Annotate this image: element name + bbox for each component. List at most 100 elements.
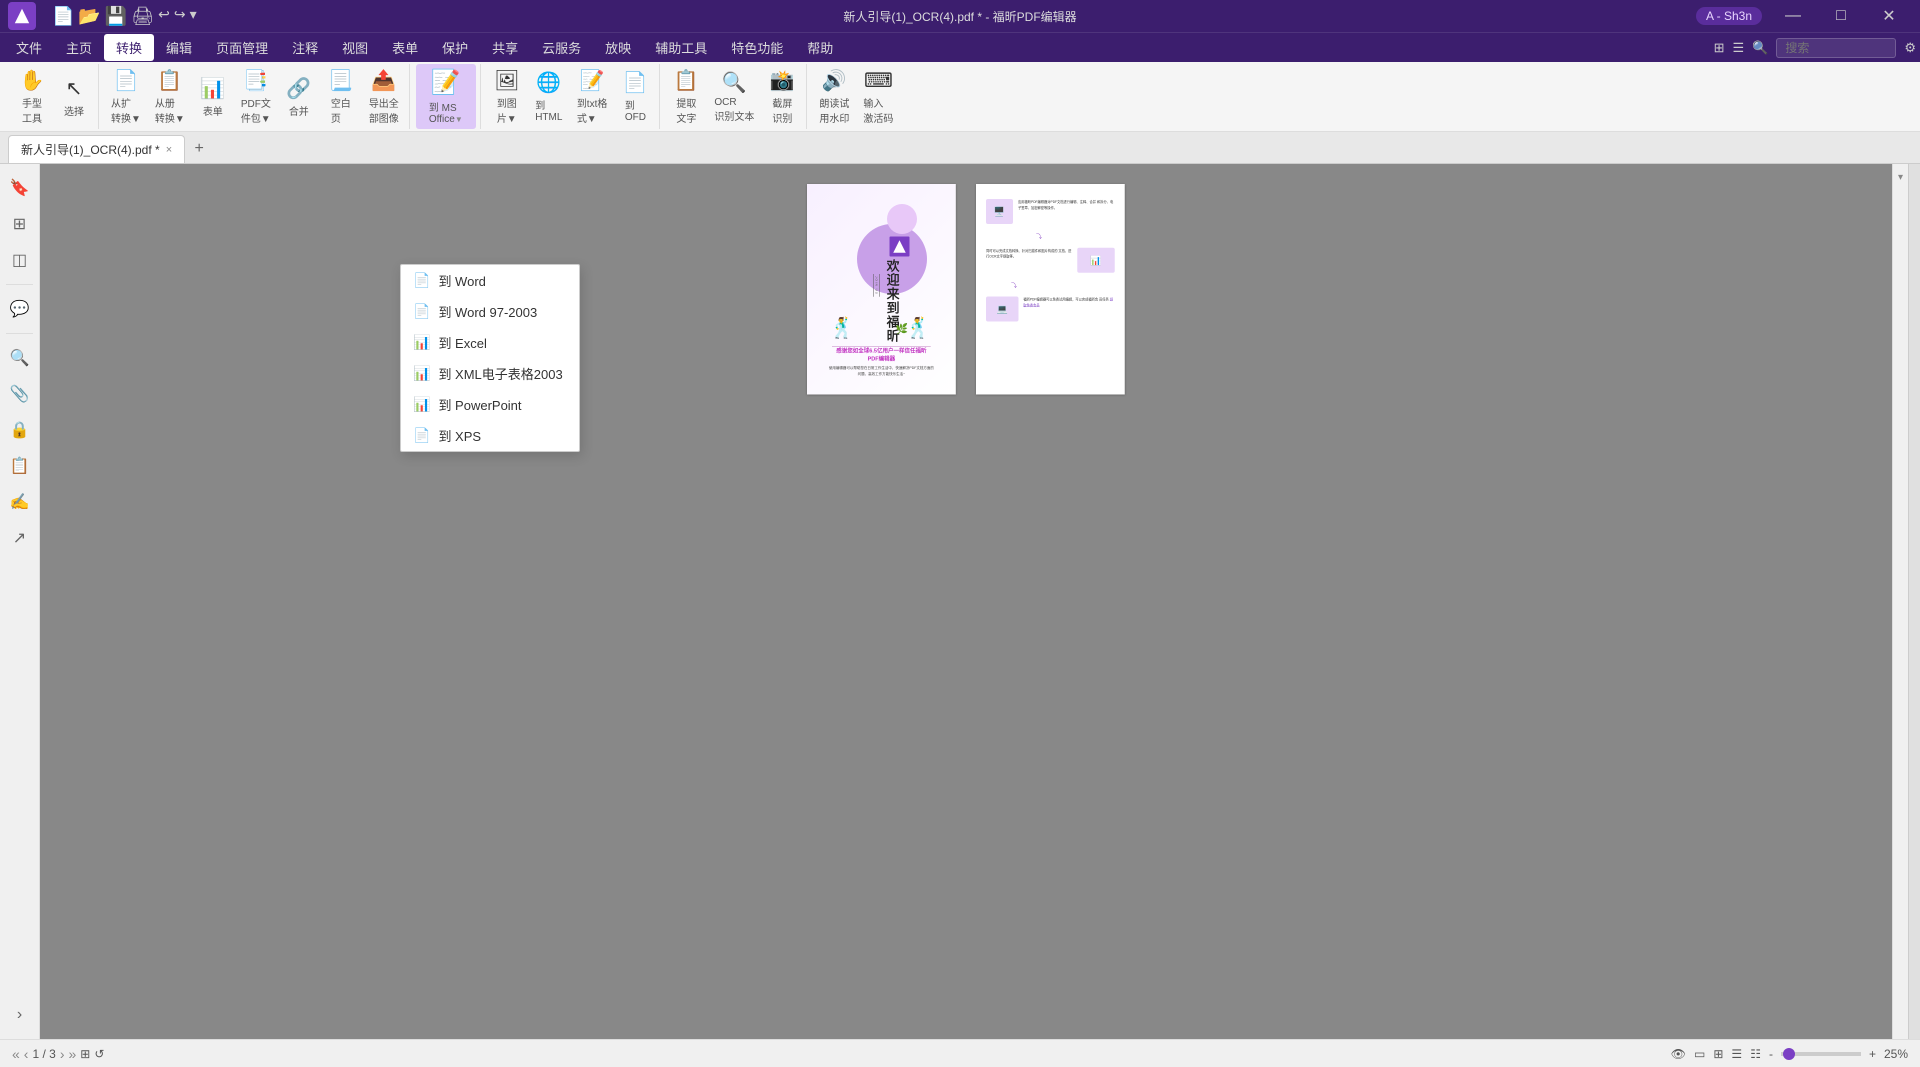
vertical-scrollbar[interactable] xyxy=(1908,164,1920,1039)
menu-cloud[interactable]: 云服务 xyxy=(530,34,593,61)
to-txt-label: 到txt格式▼ xyxy=(577,95,608,125)
sidebar-layers[interactable]: ◫ xyxy=(4,244,36,276)
page1-join-text: JOIN US xyxy=(873,274,880,297)
quick-access-redo[interactable]: ↪ xyxy=(174,6,186,27)
quick-access-more[interactable]: ▾ xyxy=(190,6,197,27)
table-label: 表单 xyxy=(203,103,223,118)
export-all-icon: 📤 xyxy=(371,68,396,93)
sidebar-form[interactable]: 📋 xyxy=(4,450,36,482)
dropdown-to-xml-excel[interactable]: 📊 到 XML电子表格2003 xyxy=(401,358,579,389)
sidebar-bookmark[interactable]: 🔖 xyxy=(4,172,36,204)
nav-next-button[interactable]: › xyxy=(60,1046,65,1062)
menu-home[interactable]: 主页 xyxy=(54,34,104,61)
page2-arrow-2: ⤵ xyxy=(1011,280,1115,289)
page1-tagline: 感谢您如全球6.5亿用户一样信任福昕PDF编辑器 xyxy=(832,346,931,362)
dropdown-to-powerpoint[interactable]: 📊 到 PowerPoint xyxy=(401,389,579,420)
sidebar-search[interactable]: 🔍 xyxy=(4,342,36,374)
pdf-files-icon: 📑 xyxy=(243,68,268,93)
menu-share[interactable]: 共享 xyxy=(480,34,530,61)
minimize-button[interactable]: — xyxy=(1770,0,1816,32)
menu-convert[interactable]: 转换 xyxy=(104,34,154,61)
sidebar-expand[interactable]: › xyxy=(4,999,36,1031)
menu-slideshow[interactable]: 放映 xyxy=(593,34,643,61)
quick-access-new[interactable]: 📄 xyxy=(52,6,74,27)
to-html-label: 到HTML xyxy=(535,97,562,123)
view-mode-2[interactable]: ⊞ xyxy=(1713,1047,1723,1061)
nav-prev-button[interactable]: ‹ xyxy=(24,1046,29,1062)
from-convert-icon: 📄 xyxy=(114,68,139,93)
view-mode-4[interactable]: ☷ xyxy=(1750,1047,1761,1061)
to-ofd-button[interactable]: 📄 到OFD xyxy=(615,66,655,127)
dropdown-to-xps[interactable]: 📄 到 XPS xyxy=(401,420,579,451)
menu-page-manage[interactable]: 页面管理 xyxy=(204,34,280,61)
activate-button[interactable]: ⌨ 输入激活码 xyxy=(857,64,899,129)
sidebar-attachment[interactable]: 📎 xyxy=(4,378,36,410)
table-button[interactable]: 📊 表单 xyxy=(193,72,233,122)
restore-button[interactable]: □ xyxy=(1818,0,1864,32)
to-image-button[interactable]: 🖼 到图片▼ xyxy=(487,64,527,129)
toolbar-group-proofread: 🔊 朗读试用水印 ⌨ 输入激活码 xyxy=(809,64,903,129)
quick-access-save[interactable]: 💾 xyxy=(105,6,127,27)
layout-icon-1[interactable]: ⊞ xyxy=(1714,40,1725,56)
export-all-button[interactable]: 📤 导出全部图像 xyxy=(363,64,405,129)
screenshot-recognize-button[interactable]: 📸 截屏识别 xyxy=(762,64,802,129)
hand-tool-button[interactable]: ✋ 手型工具 xyxy=(12,64,52,129)
combine-button[interactable]: 🔗 合并 xyxy=(279,72,319,122)
quick-access-open[interactable]: 📂 xyxy=(78,6,100,27)
zoom-out-button[interactable]: - xyxy=(1769,1047,1773,1061)
menu-file[interactable]: 文件 xyxy=(4,34,54,61)
menu-edit[interactable]: 编辑 xyxy=(154,34,204,61)
close-button[interactable]: ✕ xyxy=(1866,0,1912,32)
nav-extract-pages[interactable]: ⊞ xyxy=(80,1047,90,1061)
blank-page-button[interactable]: 📃 空白页 xyxy=(321,64,361,129)
account-badge[interactable]: A - Sh3n xyxy=(1696,7,1762,25)
search-icon[interactable]: 🔍 xyxy=(1752,40,1768,56)
tab-close-button[interactable]: × xyxy=(166,144,172,156)
nav-first-button[interactable]: « xyxy=(12,1046,20,1062)
menu-view[interactable]: 视图 xyxy=(330,34,380,61)
sidebar-signature[interactable]: ✍ xyxy=(4,486,36,518)
sidebar-security[interactable]: 🔒 xyxy=(4,414,36,446)
view-mode-1[interactable]: ▭ xyxy=(1694,1047,1705,1061)
to-ms-office-button[interactable]: 📝 到 MSOffice▼ xyxy=(416,64,476,129)
to-txt-button[interactable]: 📝 到txt格式▼ xyxy=(571,64,614,129)
tab-add-button[interactable]: + xyxy=(185,135,213,163)
dropdown-to-word[interactable]: 📄 到 Word xyxy=(401,265,579,296)
toolbar-group-other-convert: 🖼 到图片▼ 🌐 到HTML 📝 到txt格式▼ 📄 到OFD xyxy=(483,64,661,129)
menu-help[interactable]: 帮助 xyxy=(795,34,845,61)
select-tool-button[interactable]: ↖ 选择 xyxy=(54,72,94,122)
to-html-button[interactable]: 🌐 到HTML xyxy=(529,66,569,127)
from-copy-button[interactable]: 📋 从册转换▼ xyxy=(149,64,191,129)
quick-access-undo[interactable]: ↩ xyxy=(158,6,170,27)
menu-tools[interactable]: 辅助工具 xyxy=(643,34,719,61)
menu-features[interactable]: 特色功能 xyxy=(719,34,795,61)
zoom-in-button[interactable]: + xyxy=(1869,1047,1876,1061)
from-convert-button[interactable]: 📄 从扩转换▼ xyxy=(105,64,147,129)
proofread-button[interactable]: 🔊 朗读试用水印 xyxy=(813,64,855,129)
sidebar-share[interactable]: ↗ xyxy=(4,522,36,554)
active-tab[interactable]: 新人引导(1)_OCR(4).pdf * × xyxy=(8,135,185,163)
dropdown-to-excel[interactable]: 📊 到 Excel xyxy=(401,327,579,358)
dropdown-to-word-97[interactable]: 📄 到 Word 97-2003 xyxy=(401,296,579,327)
nav-rotate[interactable]: ↺ xyxy=(94,1047,104,1061)
quick-access-print[interactable]: 🖨 xyxy=(131,6,154,27)
left-sidebar: 🔖 ⊞ ◫ 💬 🔍 📎 🔒 📋 ✍ ↗ › xyxy=(0,164,40,1039)
right-panel-icon[interactable]: ▾ xyxy=(1894,168,1907,187)
nav-last-button[interactable]: » xyxy=(69,1046,77,1062)
sidebar-comments[interactable]: 💬 xyxy=(4,293,36,325)
table-icon: 📊 xyxy=(200,76,225,101)
ocr-recognize-button[interactable]: 🔍 OCR识别文本 xyxy=(708,66,760,127)
view-mode-3[interactable]: ☰ xyxy=(1731,1047,1742,1061)
combine-label: 合并 xyxy=(289,103,309,118)
panel-toggle[interactable]: ⚙ xyxy=(1904,40,1916,56)
pdf-files-button[interactable]: 📑 PDF文件包▼ xyxy=(235,64,277,129)
document-area[interactable]: 📄 到 Word 📄 到 Word 97-2003 📊 到 Excel 📊 到 … xyxy=(40,164,1892,1039)
menu-form[interactable]: 表单 xyxy=(380,34,430,61)
menu-protect[interactable]: 保护 xyxy=(430,34,480,61)
extract-text-button[interactable]: 📋 提取文字 xyxy=(666,64,706,129)
search-input[interactable] xyxy=(1776,38,1896,58)
sidebar-thumbnails[interactable]: ⊞ xyxy=(4,208,36,240)
layout-icon-2[interactable]: ☰ xyxy=(1733,40,1745,56)
ocr-recognize-icon: 🔍 xyxy=(722,70,747,95)
menu-annotate[interactable]: 注释 xyxy=(280,34,330,61)
